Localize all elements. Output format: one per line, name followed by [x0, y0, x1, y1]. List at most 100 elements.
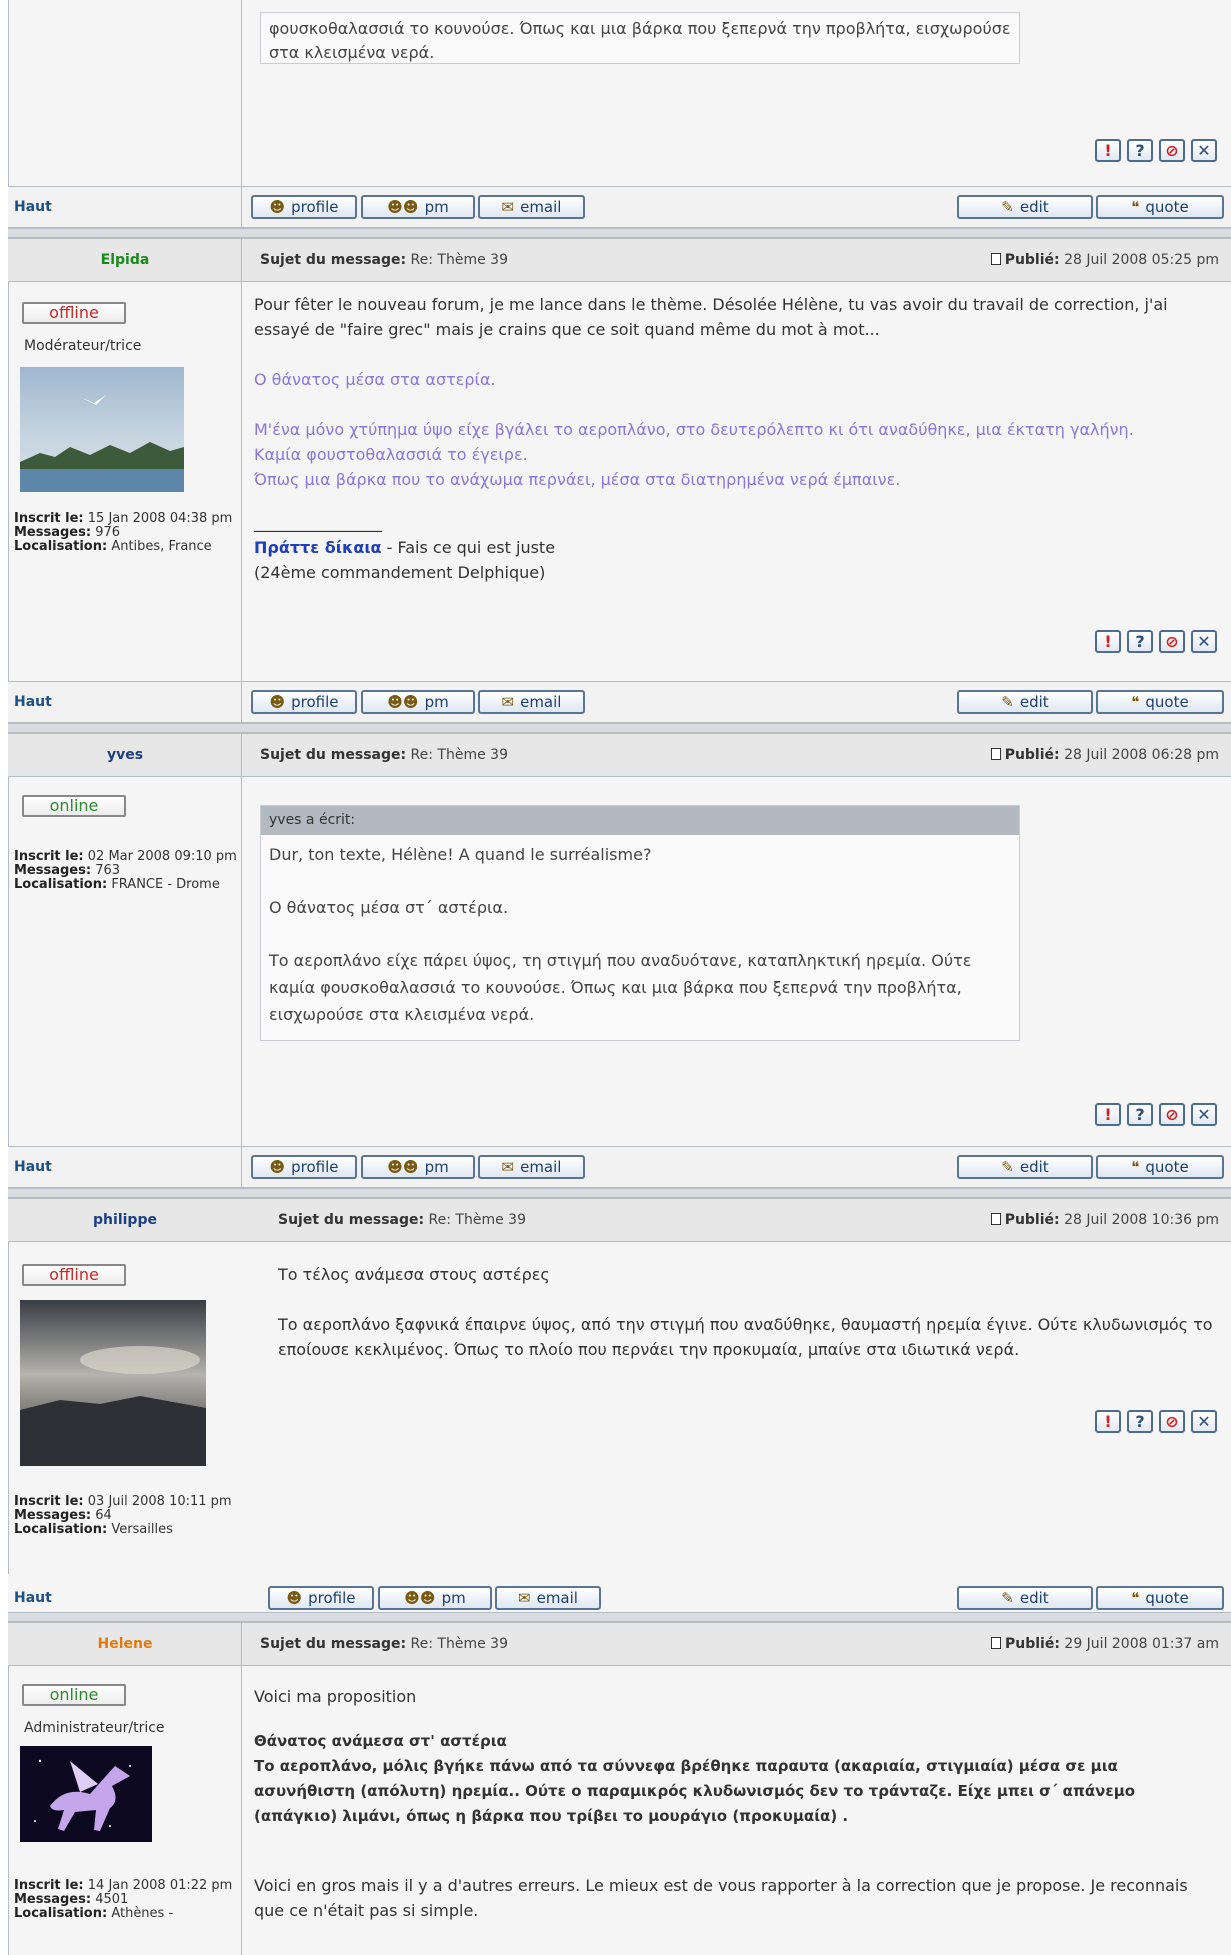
report-icon[interactable]: !	[1095, 1103, 1121, 1126]
avatar-image	[20, 1300, 206, 1466]
delete-icon[interactable]: ✕	[1191, 630, 1217, 653]
delete-icon[interactable]: ✕	[1191, 1410, 1217, 1433]
quote-button[interactable]: ❝ quote	[1096, 1155, 1224, 1179]
ban-icon[interactable]: ⊘	[1159, 139, 1185, 162]
delete-icon[interactable]: ✕	[1191, 139, 1217, 162]
post-content: Το τέλος ανάμεσα στους αστέρες Το αεροπλ…	[258, 1242, 1231, 1622]
quote-header: yves a écrit:	[261, 806, 1019, 835]
post-header-left: Helene	[8, 1623, 242, 1665]
author-name[interactable]: Helene	[8, 1623, 242, 1665]
report-icon[interactable]: !	[1095, 630, 1121, 653]
ban-icon[interactable]: ⊘	[1159, 1103, 1185, 1126]
help-icon[interactable]: ?	[1127, 1103, 1153, 1126]
profile-icon: ☻	[269, 198, 286, 216]
haut-link[interactable]: Haut	[14, 1159, 52, 1175]
footer-left: Haut	[8, 187, 242, 227]
delete-icon[interactable]: ✕	[1191, 1103, 1217, 1126]
post-separator	[8, 723, 1231, 733]
email-button[interactable]: ✉ email	[495, 1586, 601, 1610]
signature: Πράττε δίκαια - Fais ce qui est juste	[254, 538, 556, 557]
pm-button[interactable]: ☻☻ pm	[361, 690, 475, 714]
avatar	[20, 367, 184, 492]
pm-icon: ☻☻	[387, 198, 419, 216]
user-panel: online Inscrit le: 02 Mar 2008 09:10 pm …	[8, 777, 242, 1146]
user-info: Inscrit le: 02 Mar 2008 09:10 pm Message…	[14, 849, 237, 892]
pm-button[interactable]: ☻☻ pm	[378, 1586, 492, 1610]
post-text: Voici ma proposition Θάνατος ανάμεσα στ'…	[254, 1687, 1188, 1920]
quote-button[interactable]: ❝ quote	[1096, 690, 1224, 714]
signature-line: ________________	[254, 513, 382, 532]
email-button[interactable]: ✉ email	[478, 195, 585, 219]
report-icon[interactable]: !	[1095, 1410, 1121, 1433]
post-action-icons: ! ? ⊘ ✕	[1095, 139, 1217, 162]
help-icon[interactable]: ?	[1127, 630, 1153, 653]
author-name[interactable]: philippe	[8, 1199, 242, 1241]
quote-text: φουσκοθαλασσιά το κουνούσε. Όπως και μια…	[269, 19, 1011, 62]
quote-button[interactable]: ❝ quote	[1096, 195, 1224, 219]
post-footer: Haut ☻ profile ☻☻ pm ✉ email ✎ edit ❝ quote	[8, 186, 1231, 228]
pm-button[interactable]: ☻☻ pm	[361, 195, 475, 219]
pm-button[interactable]: ☻☻ pm	[361, 1155, 475, 1179]
post-action-icons: ! ? ⊘ ✕	[1095, 630, 1217, 653]
post-body: online Administrateur/trice Inscrit le: …	[8, 1666, 1231, 1955]
post-separator	[8, 1612, 1231, 1622]
profile-button[interactable]: ☻ profile	[251, 690, 357, 714]
post-content: yves a écrit: Dur, ton texte, Hélène! A …	[242, 777, 1231, 1146]
ban-icon[interactable]: ⊘	[1159, 630, 1185, 653]
report-icon[interactable]: !	[1095, 139, 1121, 162]
author-name[interactable]: yves	[8, 734, 242, 776]
profile-icon: ☻	[286, 1589, 303, 1607]
email-button[interactable]: ✉ email	[478, 1155, 585, 1179]
document-icon	[990, 748, 1001, 760]
edit-icon: ✎	[1001, 198, 1014, 216]
footer-left: Haut	[8, 1147, 242, 1187]
post-separator	[8, 228, 1231, 238]
status-badge: online	[22, 1684, 126, 1706]
quote-button[interactable]: ❝ quote	[1096, 1586, 1224, 1610]
user-panel: offline Inscrit le: 03 Juil 2008 10:11 p…	[8, 1242, 258, 1622]
pm-icon: ☻☻	[387, 693, 419, 711]
edit-button[interactable]: ✎ edit	[957, 690, 1093, 714]
post-left-col	[8, 0, 242, 186]
pm-icon: ☻☻	[387, 1158, 419, 1176]
haut-link[interactable]: Haut	[14, 1590, 52, 1606]
post-header-left: yves	[8, 734, 242, 776]
edit-button[interactable]: ✎ edit	[957, 195, 1093, 219]
user-info: Inscrit le: 14 Jan 2008 01:22 pm Message…	[14, 1878, 233, 1921]
quote-icon: ❝	[1131, 693, 1140, 711]
help-icon[interactable]: ?	[1127, 139, 1153, 162]
haut-link[interactable]: Haut	[14, 199, 52, 215]
email-button[interactable]: ✉ email	[478, 690, 585, 714]
document-icon	[990, 253, 1001, 265]
author-name[interactable]: Elpida	[8, 239, 242, 281]
user-rank: Modérateur/trice	[24, 338, 142, 354]
post-subject: Sujet du message: Re: Thème 39	[278, 1212, 526, 1228]
post-action-icons: ! ? ⊘ ✕	[1095, 1410, 1217, 1433]
post-header-left: Elpida	[8, 239, 242, 281]
edit-button[interactable]: ✎ edit	[957, 1586, 1093, 1610]
haut-link[interactable]: Haut	[14, 694, 52, 710]
edit-icon: ✎	[1001, 1158, 1014, 1176]
post-content: Voici ma proposition Θάνατος ανάμεσα στ'…	[242, 1666, 1231, 1955]
quote-box: yves a écrit: Dur, ton texte, Hélène! A …	[260, 805, 1020, 1041]
pm-icon: ☻☻	[404, 1589, 436, 1607]
post-continuation: φουσκοθαλασσιά το κουνούσε. Όπως και μια…	[8, 0, 1231, 186]
post-date: Publié: 28 Juil 2008 10:36 pm	[990, 1212, 1219, 1228]
post-body: offline Inscrit le: 03 Juil 2008 10:11 p…	[8, 1242, 1231, 1622]
ban-icon[interactable]: ⊘	[1159, 1410, 1185, 1433]
post-date: Publié: 28 Juil 2008 05:25 pm	[990, 252, 1219, 268]
post-body: offline Modérateur/trice Inscrit le: 15 …	[8, 282, 1231, 681]
post-header: Helene Sujet du message: Re: Thème 39 Pu…	[8, 1622, 1231, 1666]
edit-button[interactable]: ✎ edit	[957, 1155, 1093, 1179]
avatar	[20, 1746, 152, 1842]
profile-button[interactable]: ☻ profile	[268, 1586, 374, 1610]
user-panel: online Administrateur/trice Inscrit le: …	[8, 1666, 242, 1955]
help-icon[interactable]: ?	[1127, 1410, 1153, 1433]
email-icon: ✉	[501, 198, 515, 216]
user-info: Inscrit le: 15 Jan 2008 04:38 pm Message…	[14, 511, 233, 554]
user-panel: offline Modérateur/trice Inscrit le: 15 …	[8, 282, 242, 681]
post-header: yves Sujet du message: Re: Thème 39 Publ…	[8, 733, 1231, 777]
post-text: Pour fêter le nouveau forum, je me lance…	[254, 292, 1214, 585]
profile-button[interactable]: ☻ profile	[251, 195, 357, 219]
profile-button[interactable]: ☻ profile	[251, 1155, 357, 1179]
